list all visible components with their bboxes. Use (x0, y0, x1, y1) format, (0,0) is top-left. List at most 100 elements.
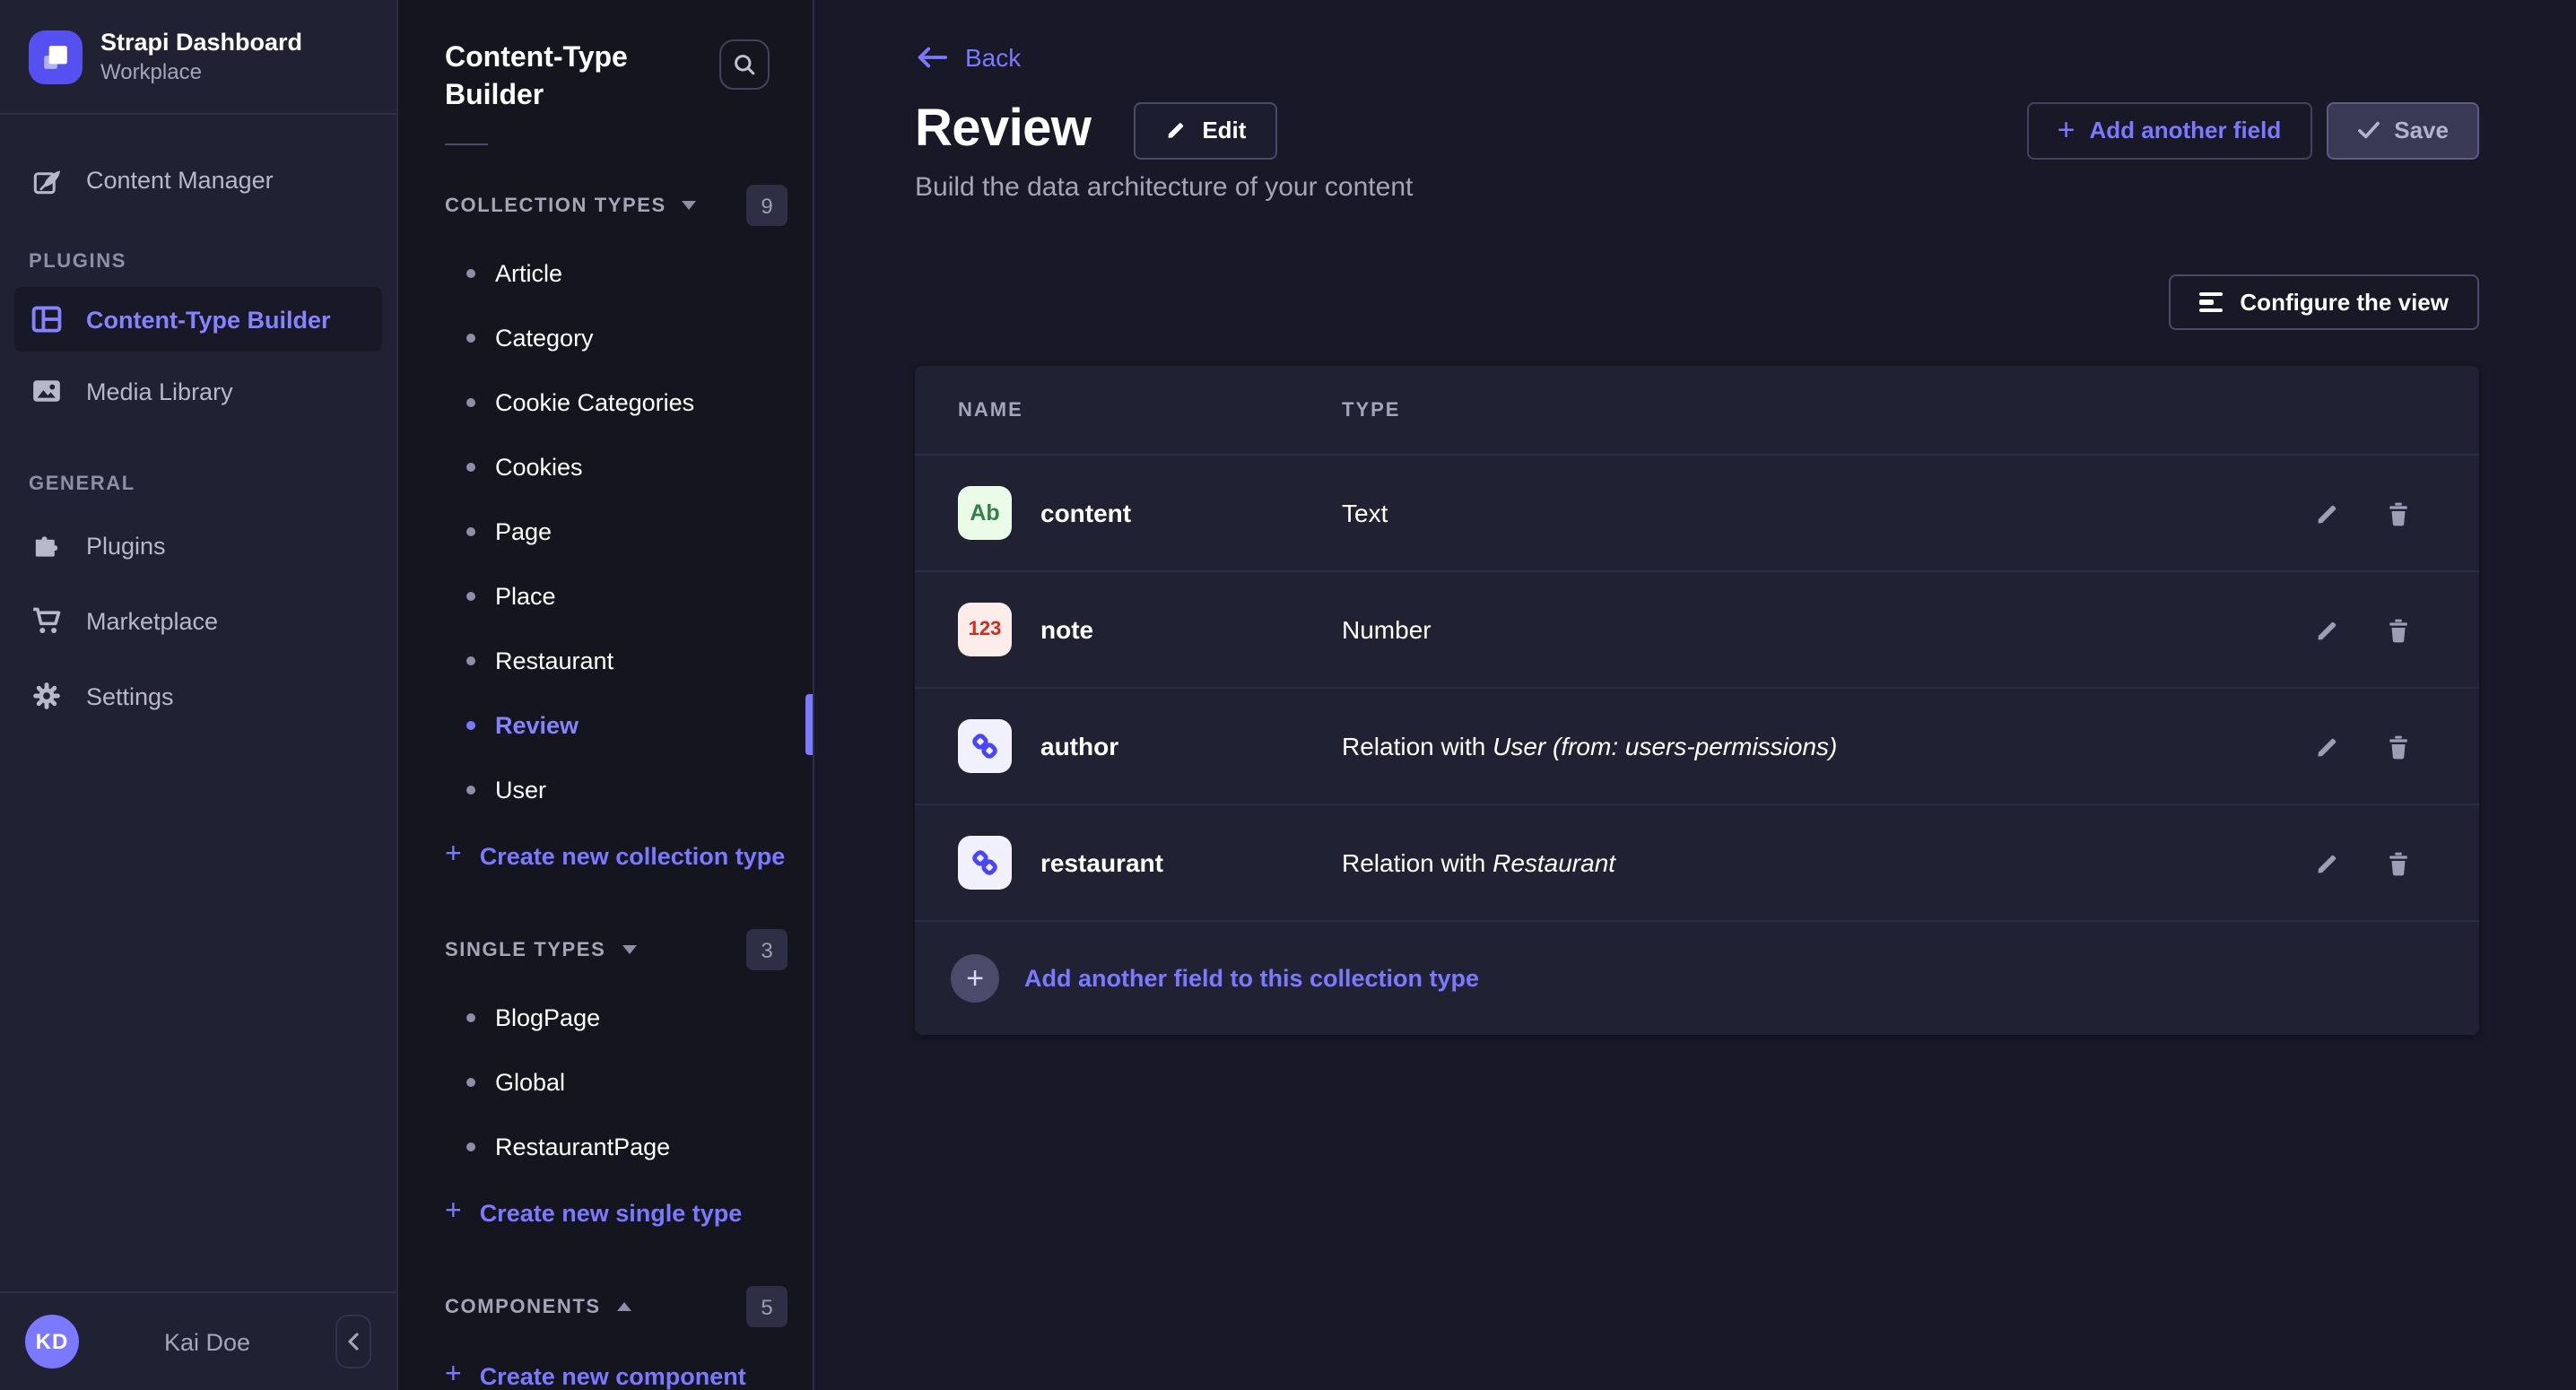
chevron-down-icon (622, 945, 636, 954)
sidebar-item-content-manager[interactable]: Content Manager (0, 143, 396, 215)
edit-field-button[interactable] (2314, 500, 2341, 526)
arrow-left-icon (915, 45, 949, 70)
sidebar-item-media-library[interactable]: Media Library (0, 355, 396, 427)
subnav-item-page[interactable]: Page (398, 499, 813, 563)
media-library-icon (29, 375, 65, 407)
table-row: 123noteNumber (915, 570, 2479, 687)
subnav-title: Content-Type Builder (445, 39, 671, 115)
subnav-item-restaurantpage[interactable]: RestaurantPage (398, 1114, 813, 1178)
screen: Strapi Dashboard Workplace Content Manag… (0, 0, 2576, 1390)
subnav-item-article[interactable]: Article (398, 240, 813, 305)
configure-view-button[interactable]: Configure the view (2168, 274, 2479, 330)
subnav-item-cookies[interactable]: Cookies (398, 434, 813, 499)
search-button[interactable] (719, 39, 770, 90)
relation-field-icon (958, 836, 1012, 890)
plus-icon: + (2058, 115, 2076, 145)
search-icon (732, 52, 757, 77)
subnav-item-label: Global (495, 1068, 565, 1095)
plus-icon: + (445, 1198, 462, 1227)
subnav-item-cookie-categories[interactable]: Cookie Categories (398, 369, 813, 434)
chevron-down-icon (683, 201, 697, 210)
brand-title: Strapi Dashboard (100, 29, 302, 56)
subnav-item-global[interactable]: Global (398, 1049, 813, 1114)
bullet-icon (466, 591, 475, 600)
subnav-item-label: Cookies (495, 453, 583, 480)
brand-subtitle: Workplace (100, 59, 302, 84)
trash-icon (2386, 733, 2411, 760)
sidebar-item-label: Content-Type Builder (86, 306, 331, 333)
subnav-section-label: SINGLE TYPES (445, 939, 605, 960)
gear-icon (29, 680, 65, 712)
edit-button[interactable]: Edit (1134, 101, 1276, 159)
trash-icon (2386, 849, 2411, 876)
bullet-icon (466, 720, 475, 729)
main-sidebar: Strapi Dashboard Workplace Content Manag… (0, 0, 398, 1390)
sidebar-item-label: Settings (86, 682, 174, 709)
subnav-section-header[interactable]: COLLECTION TYPES9 (398, 145, 813, 240)
subnav-item-label: Category (495, 324, 594, 351)
content-manager-icon (29, 162, 65, 196)
field-type: Text (1342, 499, 2314, 527)
add-field-footer-button[interactable]: + Add another field to this collection t… (915, 920, 2479, 1035)
save-button[interactable]: Save (2326, 101, 2479, 159)
subnav-item-blogpage[interactable]: BlogPage (398, 985, 813, 1049)
configure-icon (2198, 291, 2222, 312)
field-type: Number (1342, 615, 2314, 644)
sidebar-item-label: Plugins (86, 532, 166, 559)
subnav-action-1[interactable]: +Create new single type (398, 1178, 813, 1247)
edit-field-button[interactable] (2314, 733, 2341, 760)
pencil-icon (1164, 118, 1188, 142)
field-type: Relation with User (from: users-permissi… (1342, 732, 2314, 760)
subnav-section-label: COMPONENTS (445, 1296, 601, 1317)
page-subtitle: Build the data architecture of your cont… (915, 172, 2479, 203)
bullet-icon (466, 268, 475, 277)
back-label: Back (965, 43, 1021, 72)
edit-field-button[interactable] (2314, 616, 2341, 643)
delete-field-button[interactable] (2386, 849, 2411, 876)
table-row: authorRelation with User (from: users-pe… (915, 687, 2479, 804)
bullet-icon (466, 397, 475, 406)
cart-icon (29, 604, 65, 637)
subnav-action-0[interactable]: +Create new collection type (398, 821, 813, 890)
section-count-badge: 5 (746, 1286, 788, 1327)
subnav-item-label: BlogPage (495, 1003, 600, 1030)
delete-field-button[interactable] (2386, 500, 2411, 526)
subnav-section-header[interactable]: SINGLE TYPES3 (398, 890, 813, 985)
subnav-item-label: User (495, 776, 546, 803)
workspace-switcher[interactable]: Strapi Dashboard Workplace (0, 0, 396, 113)
section-count-badge: 9 (746, 185, 788, 226)
plus-icon: + (445, 1361, 462, 1390)
table-row: AbcontentText (915, 454, 2479, 570)
sidebar-item-content-type-builder[interactable]: Content-Type Builder (14, 287, 382, 352)
table-header: NAME TYPE (915, 366, 2479, 454)
subnav-item-place[interactable]: Place (398, 563, 813, 628)
avatar[interactable]: KD (25, 1315, 79, 1368)
subnav-item-label: Restaurant (495, 647, 614, 673)
edit-field-button[interactable] (2314, 849, 2341, 876)
relation-field-icon (958, 719, 1012, 773)
subnav-item-restaurant[interactable]: Restaurant (398, 628, 813, 692)
subnav-item-label: Review (495, 711, 579, 738)
sidebar-item-marketplace[interactable]: Marketplace (0, 585, 396, 656)
sidebar-section-plugins: PLUGINS (0, 215, 396, 283)
subnav-action-2[interactable]: +Create new component (398, 1342, 813, 1390)
subnav-section-header[interactable]: COMPONENTS 5 (398, 1247, 813, 1342)
subnav-item-label: Place (495, 582, 556, 609)
chevron-up-icon (617, 1302, 631, 1311)
collapse-sidebar-button[interactable] (335, 1315, 371, 1368)
pencil-icon (2314, 500, 2341, 526)
sidebar-item-settings[interactable]: Settings (0, 660, 396, 732)
strapi-app: Strapi Dashboard Workplace Content Manag… (0, 0, 2576, 1390)
content-type-builder-subnav: Content-Type Builder COLLECTION TYPES9Ar… (398, 0, 814, 1390)
sidebar-item-plugins[interactable]: Plugins (0, 509, 396, 581)
plus-icon: + (445, 841, 462, 870)
field-type: Relation with Restaurant (1342, 848, 2314, 877)
subnav-item-review[interactable]: Review (398, 692, 813, 757)
puzzle-icon (29, 529, 65, 561)
subnav-item-category[interactable]: Category (398, 305, 813, 369)
back-link[interactable]: Back (915, 43, 1021, 72)
delete-field-button[interactable] (2386, 733, 2411, 760)
subnav-item-user[interactable]: User (398, 757, 813, 821)
add-another-field-button[interactable]: + Add another field (2027, 101, 2312, 159)
delete-field-button[interactable] (2386, 616, 2411, 643)
